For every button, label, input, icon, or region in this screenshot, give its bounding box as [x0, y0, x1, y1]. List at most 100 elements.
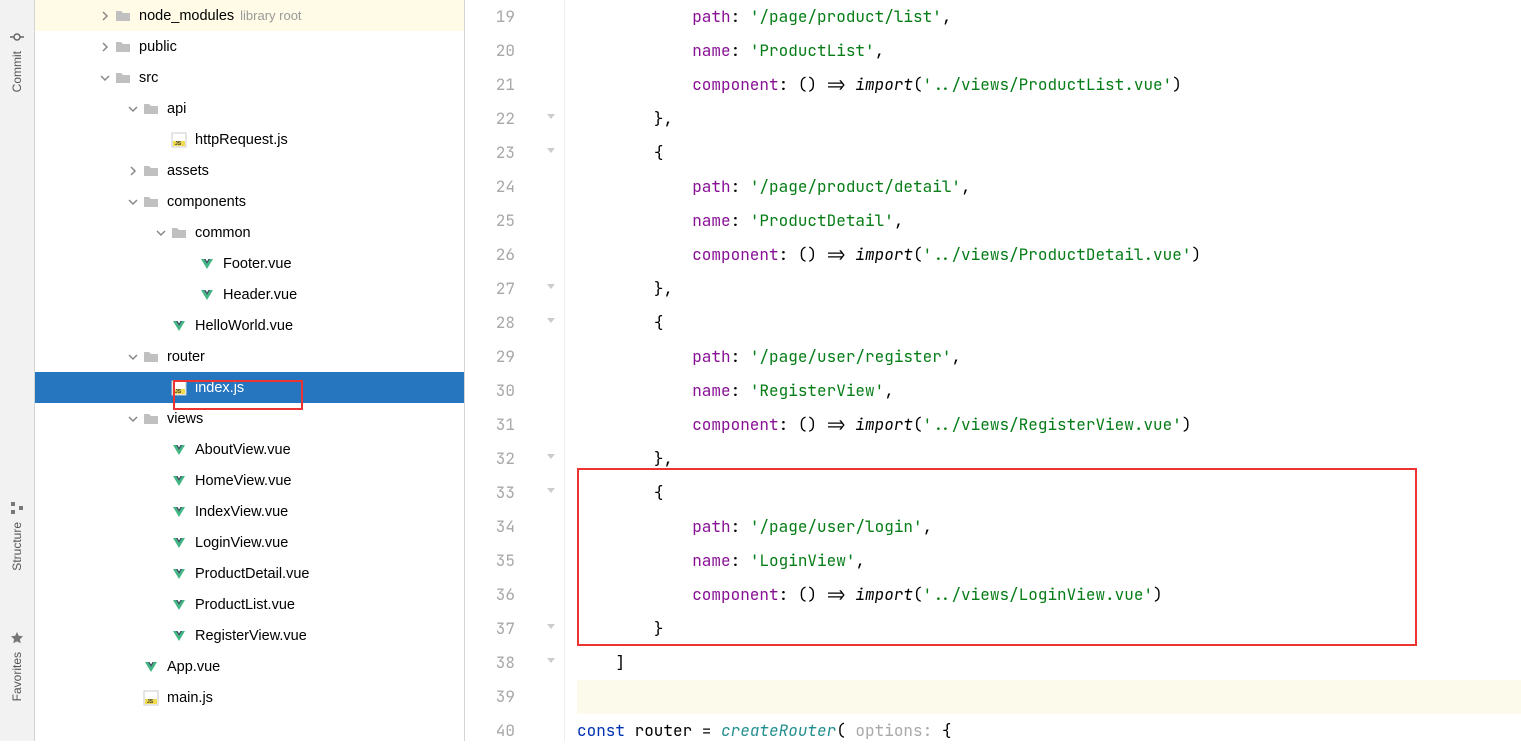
fold-marker-icon[interactable]	[547, 454, 557, 464]
code-token: '../views/LoginView.vue'	[923, 584, 1153, 605]
code-token: }	[654, 618, 664, 639]
code-token: component	[692, 244, 778, 265]
project-tree[interactable]: node_moduleslibrary rootpublicsrcapiJSht…	[35, 0, 465, 741]
tree-item-homeview-vue[interactable]: HomeView.vue	[35, 465, 464, 496]
code-line[interactable]: },	[577, 442, 1521, 476]
tree-item-public[interactable]: public	[35, 31, 464, 62]
line-number: 30	[465, 374, 521, 408]
line-number: 28	[465, 306, 521, 340]
tree-item-assets[interactable]: assets	[35, 155, 464, 186]
fold-marker-icon[interactable]	[547, 624, 557, 634]
code-line[interactable]: }	[577, 612, 1521, 646]
tree-item-label: HelloWorld.vue	[195, 318, 293, 334]
chevron-down-icon[interactable]	[125, 414, 141, 424]
code-line[interactable]: {	[577, 476, 1521, 510]
chevron-right-icon[interactable]	[125, 166, 141, 176]
vue-icon	[171, 535, 189, 551]
code-line[interactable]: name: 'ProductDetail',	[577, 204, 1521, 238]
chevron-down-icon[interactable]	[125, 197, 141, 207]
tree-item-aboutview-vue[interactable]: AboutView.vue	[35, 434, 464, 465]
tree-item-productdetail-vue[interactable]: ProductDetail.vue	[35, 558, 464, 589]
chevron-right-icon[interactable]	[97, 11, 113, 21]
code-line[interactable]: component: () => import('../views/LoginV…	[577, 578, 1521, 612]
code-token: name	[692, 210, 730, 231]
code-line[interactable]: const router = createRouter( options: {	[577, 714, 1521, 748]
structure-tool-button[interactable]: Structure	[10, 501, 24, 571]
code-token: {	[942, 720, 952, 741]
chevron-down-icon[interactable]	[97, 73, 113, 83]
code-line[interactable]: path: '/page/user/register',	[577, 340, 1521, 374]
favorites-tool-button[interactable]: Favorites	[10, 631, 24, 701]
code-token: 'RegisterView'	[750, 380, 884, 401]
code-token: '/page/user/register'	[750, 346, 952, 367]
code-content[interactable]: path: '/page/product/list', name: 'Produ…	[565, 0, 1521, 741]
tree-item-registerview-vue[interactable]: RegisterView.vue	[35, 620, 464, 651]
tree-item-label: AboutView.vue	[195, 442, 291, 458]
fold-marker-icon[interactable]	[547, 658, 557, 668]
chevron-down-icon[interactable]	[153, 228, 169, 238]
dir-icon	[171, 225, 189, 241]
svg-text:JS: JS	[175, 389, 182, 395]
code-line[interactable]: component: () => import('../views/Produc…	[577, 238, 1521, 272]
tree-item-indexview-vue[interactable]: IndexView.vue	[35, 496, 464, 527]
structure-label: Structure	[10, 522, 24, 571]
tree-item-httprequest-js[interactable]: JShttpRequest.js	[35, 124, 464, 155]
tree-item-index-js[interactable]: JSindex.js	[35, 372, 464, 403]
code-token: : () =>	[779, 74, 856, 95]
fold-column	[545, 0, 565, 741]
fold-marker-icon[interactable]	[547, 148, 557, 158]
code-token: ,	[884, 380, 894, 401]
fold-marker-icon[interactable]	[547, 114, 557, 124]
code-token: '/page/user/login'	[750, 516, 923, 537]
tree-item-views[interactable]: views	[35, 403, 464, 434]
line-number: 36	[465, 578, 521, 612]
fold-marker-icon[interactable]	[547, 318, 557, 328]
code-editor[interactable]: 1920212223242526272829303132333435363738…	[465, 0, 1521, 741]
code-line[interactable]: path: '/page/product/detail',	[577, 170, 1521, 204]
code-line[interactable]: {	[577, 306, 1521, 340]
code-line[interactable]: name: 'LoginView',	[577, 544, 1521, 578]
tree-item-node_modules[interactable]: node_moduleslibrary root	[35, 0, 464, 31]
code-token: import	[855, 74, 913, 95]
code-line[interactable]	[577, 680, 1521, 714]
vue-icon	[143, 659, 161, 675]
chevron-right-icon[interactable]	[97, 42, 113, 52]
chevron-down-icon[interactable]	[125, 104, 141, 114]
tree-item-src[interactable]: src	[35, 62, 464, 93]
line-gutter: 1920212223242526272829303132333435363738…	[465, 0, 545, 741]
code-line[interactable]: component: () => import('../views/Produc…	[577, 68, 1521, 102]
tree-item-header-vue[interactable]: Header.vue	[35, 279, 464, 310]
vue-icon	[171, 566, 189, 582]
tree-item-footer-vue[interactable]: Footer.vue	[35, 248, 464, 279]
tree-item-components[interactable]: components	[35, 186, 464, 217]
chevron-down-icon[interactable]	[125, 352, 141, 362]
fold-marker-icon[interactable]	[547, 284, 557, 294]
tree-item-productlist-vue[interactable]: ProductList.vue	[35, 589, 464, 620]
code-line[interactable]: name: 'ProductList',	[577, 34, 1521, 68]
code-line[interactable]: ]	[577, 646, 1521, 680]
tree-item-common[interactable]: common	[35, 217, 464, 248]
code-line[interactable]: {	[577, 136, 1521, 170]
dir-icon	[143, 101, 161, 117]
code-line[interactable]: name: 'RegisterView',	[577, 374, 1521, 408]
fold-marker-icon[interactable]	[547, 488, 557, 498]
code-token: path	[692, 346, 730, 367]
tree-item-helloworld-vue[interactable]: HelloWorld.vue	[35, 310, 464, 341]
tree-item-api[interactable]: api	[35, 93, 464, 124]
tree-item-label: assets	[167, 163, 209, 179]
tree-item-router[interactable]: router	[35, 341, 464, 372]
code-line[interactable]: },	[577, 272, 1521, 306]
line-number: 22	[465, 102, 521, 136]
tree-item-app-vue[interactable]: App.vue	[35, 651, 464, 682]
code-line[interactable]: path: '/page/user/login',	[577, 510, 1521, 544]
code-token: 'ProductDetail'	[750, 210, 894, 231]
code-token: ,	[942, 6, 952, 27]
tree-item-loginview-vue[interactable]: LoginView.vue	[35, 527, 464, 558]
code-line[interactable]: path: '/page/product/list',	[577, 0, 1521, 34]
code-line[interactable]: component: () => import('../views/Regist…	[577, 408, 1521, 442]
tree-item-label: IndexView.vue	[195, 504, 288, 520]
code-line[interactable]: },	[577, 102, 1521, 136]
commit-tool-button[interactable]: Commit	[10, 30, 24, 92]
tree-item-label: App.vue	[167, 659, 220, 675]
tree-item-main-js[interactable]: JSmain.js	[35, 682, 464, 713]
